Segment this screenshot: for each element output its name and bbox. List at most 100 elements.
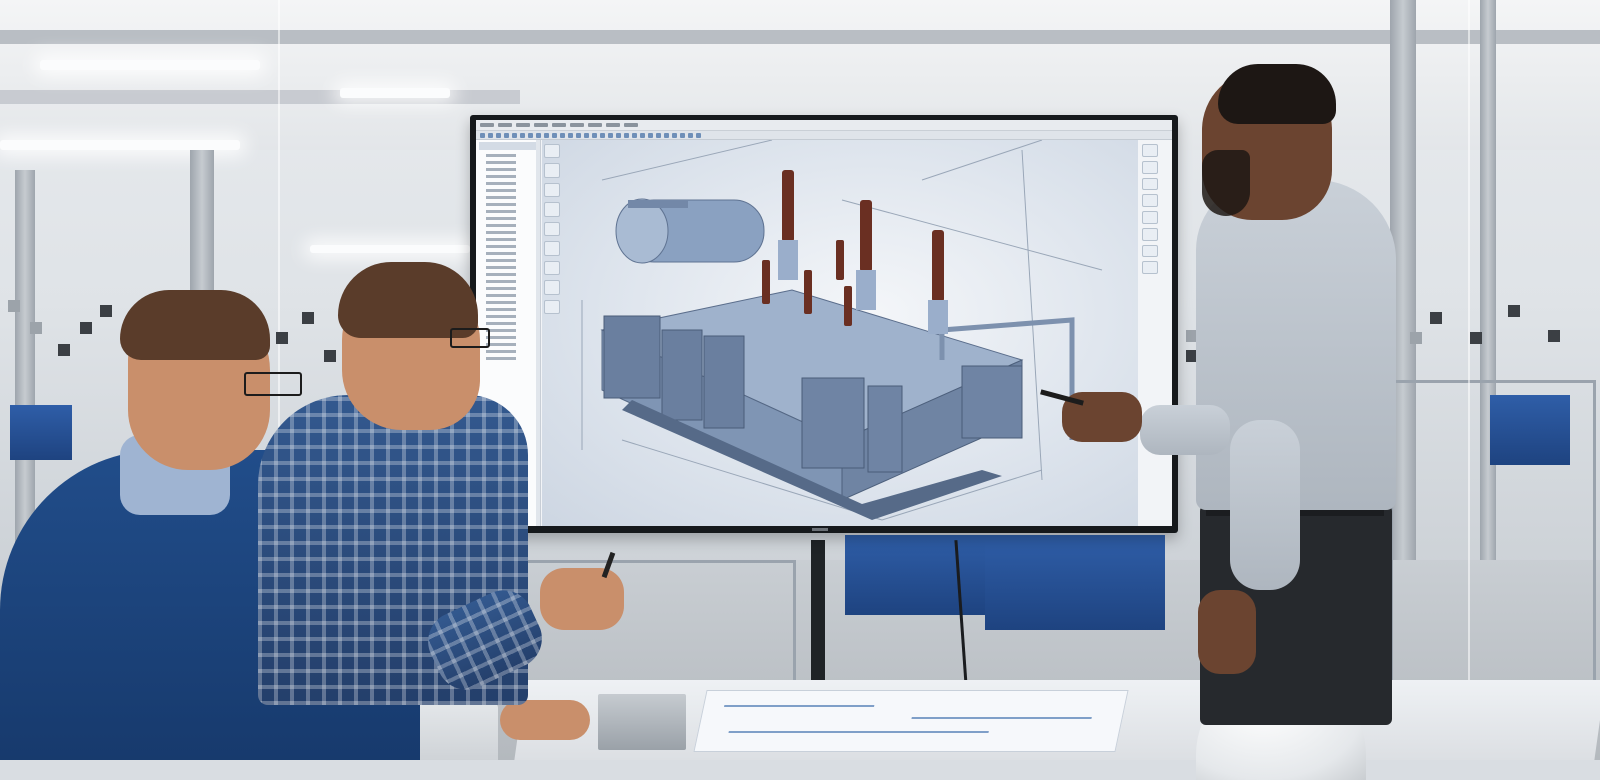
glass-decal [324, 350, 336, 362]
blueprint-sheet [693, 690, 1129, 752]
view-tool-icon [1142, 261, 1158, 274]
tree-item [486, 224, 516, 227]
tree-item [486, 266, 516, 269]
cad-application-screen [476, 120, 1172, 526]
toolbar-icon [680, 132, 685, 138]
glass-decal [58, 344, 70, 356]
toolbar-icon [608, 132, 613, 138]
palette-tool-icon [544, 202, 560, 217]
tree-item [486, 350, 516, 353]
toolbar-icon [496, 132, 501, 138]
cad-menu-bar [476, 120, 1172, 131]
menu-item [588, 123, 602, 127]
palette-tool-icon [544, 241, 560, 256]
view-tool-icon [1142, 227, 1158, 241]
view-tool-icon [1142, 244, 1158, 258]
transformer-3d-model [581, 139, 1103, 521]
tree-item [486, 168, 516, 171]
tree-item [486, 329, 516, 332]
palette-tool-icon [544, 163, 560, 178]
toolbar-icon [696, 132, 701, 138]
toolbar-icon [688, 132, 693, 138]
tree-item [486, 217, 516, 220]
toolbar-icon [488, 132, 493, 138]
beard [1202, 150, 1250, 216]
tree-item [486, 280, 516, 283]
palette-tool-icon [544, 260, 560, 276]
shelving-rack [1390, 380, 1596, 713]
menu-item [570, 123, 584, 127]
ceiling-light [40, 60, 260, 70]
tree-item [486, 336, 516, 339]
blueprint-line [728, 731, 989, 733]
tree-item [486, 245, 516, 248]
toolbar-icon [624, 132, 629, 138]
menu-item [606, 123, 620, 127]
3d-viewport [542, 139, 1138, 526]
menu-item [480, 123, 494, 127]
toolbar-icon [520, 132, 525, 138]
tree-item [486, 294, 516, 297]
tree-item [486, 154, 516, 157]
toolbar-icon [536, 132, 541, 138]
toolbar-icon [664, 132, 669, 138]
large-monitor [470, 115, 1178, 533]
glass-decal [100, 305, 112, 317]
tree-item [486, 182, 516, 185]
palette-tool-icon [544, 144, 560, 159]
left-tool-palette [544, 144, 562, 314]
cad-toolbar [476, 131, 1172, 140]
palette-tool-icon [544, 182, 560, 198]
tree-item [486, 203, 516, 206]
toolbar-icon [672, 132, 677, 138]
tree-item [486, 189, 516, 192]
toolbar-icon [632, 132, 637, 138]
conservator-tank [615, 198, 765, 264]
tree-item [486, 259, 516, 262]
tree-item [486, 308, 516, 311]
glass-decal [1508, 305, 1520, 317]
blue-cabinet [985, 535, 1165, 630]
tree-item [486, 301, 516, 304]
menu-item [516, 123, 530, 127]
right-view-palette [1142, 144, 1160, 274]
ceiling-light [0, 140, 240, 150]
glass-decal [30, 322, 42, 334]
hair [1218, 64, 1336, 124]
glass-decal [1548, 330, 1560, 342]
toolbar-icon [600, 132, 605, 138]
toolbar-icon [648, 132, 653, 138]
tree-item [486, 175, 516, 178]
toolbar-icon [528, 132, 533, 138]
monitor-stand [811, 540, 825, 690]
glass-decal [8, 300, 20, 312]
ceiling-light [340, 88, 450, 98]
menu-item [498, 123, 512, 127]
glass-decal [1470, 332, 1482, 344]
hand-with-pen [540, 568, 624, 630]
toolbar-icon [552, 132, 557, 138]
tree-item [486, 357, 516, 360]
toolbar-icon [568, 132, 573, 138]
eyeglasses [450, 328, 490, 348]
tree-item [486, 343, 516, 346]
toolbar-icon [592, 132, 597, 138]
tree-item [486, 322, 516, 325]
hand [500, 700, 590, 740]
tree-item [486, 315, 516, 318]
view-tool-icon [1142, 177, 1158, 191]
view-tool-icon [1142, 144, 1158, 157]
model-tree-header [479, 142, 537, 150]
toolbar-icon [584, 132, 589, 138]
tree-item [486, 252, 516, 255]
toolbar-icon [616, 132, 621, 138]
glass-wall-edge [1468, 0, 1470, 760]
tree-item [486, 210, 516, 213]
blue-cabinet [10, 405, 72, 460]
eyeglasses [244, 372, 302, 396]
blue-cabinet [845, 535, 985, 615]
hair [120, 290, 270, 360]
ceiling-light [310, 245, 470, 253]
tree-item [486, 196, 516, 199]
blueprint-line [723, 705, 875, 707]
